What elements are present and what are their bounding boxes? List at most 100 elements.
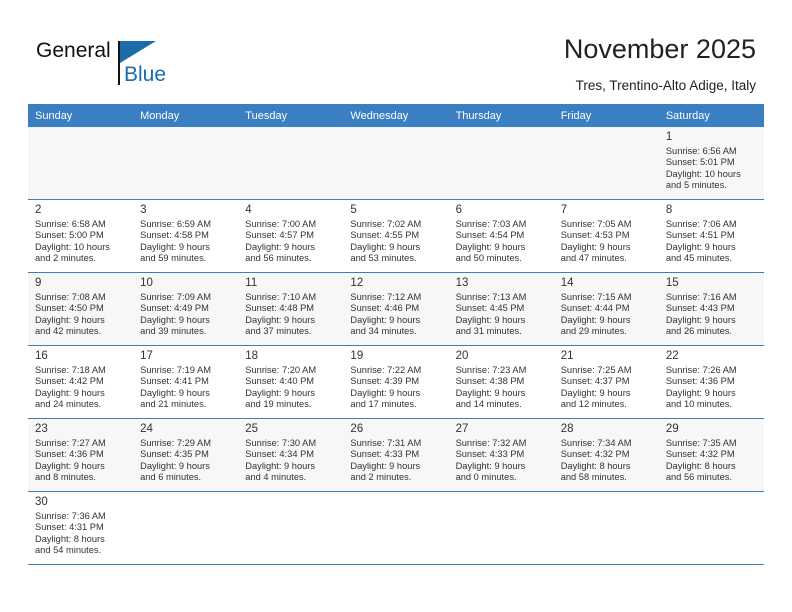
title-block: November 2025 Tres, Trentino-Alto Adige,… <box>564 32 756 96</box>
day-details: Sunrise: 7:34 AM Sunset: 4:32 PM Daylight:… <box>561 438 655 484</box>
day-details: Sunrise: 7:12 AM Sunset: 4:46 PM Daylight:… <box>350 292 444 338</box>
calendar-cell-day-12[interactable]: 12 Sunrise: 7:12 AM Sunset: 4:46 PM Dayligh… <box>343 272 449 346</box>
calendar-cell-day-21[interactable]: 21 Sunrise: 7:25 AM Sunset: 4:37 PM Dayligh… <box>553 345 659 419</box>
day-cell-content: 23 Sunrise: 7:27 AM Sunset: 4:36 PM Dayligh… <box>28 419 133 491</box>
calendar-cell-day-24[interactable]: 24 Sunrise: 7:29 AM Sunset: 4:35 PM Dayligh… <box>133 418 239 492</box>
sunset-text: Sunset: 4:34 PM <box>245 449 315 460</box>
empty-day <box>238 492 343 564</box>
sunrise-text: Sunrise: 7:26 AM <box>665 365 737 375</box>
empty-day <box>343 127 448 199</box>
day-number: 29 <box>665 423 679 435</box>
day-cell-content: 10 Sunrise: 7:09 AM Sunset: 4:49 PM Dayligh… <box>133 273 238 345</box>
empty-day <box>449 127 554 199</box>
daylight-text-line2: and 14 minutes. <box>455 399 522 410</box>
daylight-text-line2: and 6 minutes. <box>140 472 202 483</box>
sunset-text: Sunset: 4:41 PM <box>140 376 209 387</box>
brand-flag-icon <box>120 41 156 63</box>
day-details: Sunrise: 7:29 AM Sunset: 4:35 PM Daylight:… <box>140 438 234 484</box>
day-cell-content: 6 Sunrise: 7:03 AM Sunset: 4:54 PM Daylight… <box>449 200 554 272</box>
daylight-text-line2: and 19 minutes. <box>245 399 312 410</box>
calendar-cell-day-5[interactable]: 5 Sunrise: 7:02 AM Sunset: 4:55 PM Daylight… <box>343 199 449 273</box>
day-cell-content: 3 Sunrise: 6:59 AM Sunset: 4:58 PM Daylight… <box>133 200 238 272</box>
daylight-text-line1: Daylight: 9 hours <box>35 460 105 471</box>
day-cell-content: 25 Sunrise: 7:30 AM Sunset: 4:34 PM Dayligh… <box>238 419 343 491</box>
calendar-cell-day-9[interactable]: 9 Sunrise: 7:08 AM Sunset: 4:50 PM Daylight… <box>28 272 134 346</box>
calendar-cell-day-30[interactable]: 30 Sunrise: 7:36 AM Sunset: 4:31 PM Dayligh… <box>28 491 134 565</box>
day-details: Sunrise: 7:08 AM Sunset: 4:50 PM Daylight:… <box>35 292 129 338</box>
sunrise-text: Sunrise: 7:36 AM <box>35 511 106 521</box>
calendar-cell-day-23[interactable]: 23 Sunrise: 7:27 AM Sunset: 4:36 PM Dayligh… <box>28 418 134 492</box>
day-cell-content: 1 Sunrise: 6:56 AM Sunset: 5:01 PM Daylight… <box>659 127 764 199</box>
daylight-text-line1: Daylight: 9 hours <box>665 241 736 252</box>
sunset-text: Sunset: 5:01 PM <box>665 157 735 168</box>
calendar-cell-day-11[interactable]: 11 Sunrise: 7:10 AM Sunset: 4:48 PM Dayligh… <box>238 272 344 346</box>
day-cell-content: 20 Sunrise: 7:23 AM Sunset: 4:38 PM Dayligh… <box>449 346 554 418</box>
day-cell-content: 2 Sunrise: 6:58 AM Sunset: 5:00 PM Daylight… <box>28 200 133 272</box>
day-cell-content: 30 Sunrise: 7:36 AM Sunset: 4:31 PM Dayligh… <box>28 492 133 564</box>
empty-day <box>238 127 343 199</box>
calendar-cell-day-28[interactable]: 28 Sunrise: 7:34 AM Sunset: 4:32 PM Dayligh… <box>553 418 659 492</box>
day-details: Sunrise: 7:19 AM Sunset: 4:41 PM Daylight:… <box>140 365 234 411</box>
calendar-cell-day-16[interactable]: 16 Sunrise: 7:18 AM Sunset: 4:42 PM Dayligh… <box>28 345 134 419</box>
weekday-header-monday: Monday <box>133 104 239 127</box>
daylight-text-line2: and 59 minutes. <box>140 253 207 264</box>
daylight-text-line1: Daylight: 9 hours <box>140 241 210 252</box>
calendar-cell-day-7[interactable]: 7 Sunrise: 7:05 AM Sunset: 4:53 PM Daylight… <box>553 199 659 273</box>
daylight-text-line2: and 50 minutes. <box>455 253 522 264</box>
calendar-cell-day-22[interactable]: 22 Sunrise: 7:26 AM Sunset: 4:36 PM Dayligh… <box>658 345 764 419</box>
calendar-cell-day-14[interactable]: 14 Sunrise: 7:15 AM Sunset: 4:44 PM Dayligh… <box>553 272 659 346</box>
calendar-cell-day-3[interactable]: 3 Sunrise: 6:59 AM Sunset: 4:58 PM Daylight… <box>133 199 239 273</box>
day-number: 10 <box>140 277 153 289</box>
daylight-text-line1: Daylight: 9 hours <box>455 241 526 252</box>
calendar-cell-day-27[interactable]: 27 Sunrise: 7:32 AM Sunset: 4:33 PM Dayligh… <box>448 418 554 492</box>
day-cell-content: 8 Sunrise: 7:06 AM Sunset: 4:51 PM Daylight… <box>659 200 764 272</box>
empty-day <box>28 127 133 199</box>
sunrise-text: Sunrise: 7:23 AM <box>455 365 527 375</box>
calendar-cell-day-26[interactable]: 26 Sunrise: 7:31 AM Sunset: 4:33 PM Dayligh… <box>343 418 449 492</box>
sunset-text: Sunset: 4:42 PM <box>35 376 104 387</box>
daylight-text-line2: and 26 minutes. <box>665 326 732 337</box>
daylight-text-line1: Daylight: 9 hours <box>245 387 316 398</box>
calendar-cell-day-6[interactable]: 6 Sunrise: 7:03 AM Sunset: 4:54 PM Daylight… <box>448 199 554 273</box>
calendar-cell-day-18[interactable]: 18 Sunrise: 7:20 AM Sunset: 4:40 PM Dayligh… <box>238 345 344 419</box>
day-number: 3 <box>140 204 147 216</box>
calendar-cell-day-25[interactable]: 25 Sunrise: 7:30 AM Sunset: 4:34 PM Dayligh… <box>238 418 344 492</box>
weekday-header-tuesday: Tuesday <box>238 104 344 127</box>
daylight-text-line1: Daylight: 9 hours <box>35 387 105 398</box>
sunrise-text: Sunrise: 7:19 AM <box>140 365 211 375</box>
empty-day <box>133 492 238 564</box>
calendar-cell-day-4[interactable]: 4 Sunrise: 7:00 AM Sunset: 4:57 PM Daylight… <box>238 199 344 273</box>
calendar-cell-day-20[interactable]: 20 Sunrise: 7:23 AM Sunset: 4:38 PM Dayligh… <box>448 345 554 419</box>
daylight-text-line2: and 17 minutes. <box>350 399 417 410</box>
calendar-page: General Blue November 2025 Tres, Trentin… <box>0 0 792 612</box>
sunrise-text: Sunrise: 7:29 AM <box>140 438 211 448</box>
sunrise-text: Sunrise: 7:18 AM <box>35 365 106 375</box>
calendar-cell-empty <box>448 127 554 200</box>
day-details: Sunrise: 7:09 AM Sunset: 4:49 PM Daylight:… <box>140 292 234 338</box>
calendar-cell-day-19[interactable]: 19 Sunrise: 7:22 AM Sunset: 4:39 PM Dayligh… <box>343 345 449 419</box>
day-details: Sunrise: 7:00 AM Sunset: 4:57 PM Daylight:… <box>245 219 339 265</box>
page-title: November 2025 <box>563 34 756 64</box>
calendar-cell-day-1[interactable]: 1 Sunrise: 6:56 AM Sunset: 5:01 PM Daylight… <box>658 127 764 200</box>
calendar-cell-empty <box>238 127 344 200</box>
day-number: 2 <box>35 204 42 216</box>
daylight-text-line2: and 21 minutes. <box>140 399 207 410</box>
calendar-cell-day-29[interactable]: 29 Sunrise: 7:35 AM Sunset: 4:32 PM Dayligh… <box>658 418 764 492</box>
day-details: Sunrise: 7:16 AM Sunset: 4:43 PM Daylight:… <box>666 292 760 338</box>
day-cell-content: 7 Sunrise: 7:05 AM Sunset: 4:53 PM Daylight… <box>554 200 659 272</box>
daylight-text-line1: Daylight: 8 hours <box>665 460 736 471</box>
calendar-cell-day-10[interactable]: 10 Sunrise: 7:09 AM Sunset: 4:49 PM Dayligh… <box>133 272 239 346</box>
calendar-cell-day-15[interactable]: 15 Sunrise: 7:16 AM Sunset: 4:43 PM Dayligh… <box>658 272 764 346</box>
day-number: 12 <box>350 277 364 289</box>
daylight-text-line2: and 4 minutes. <box>245 472 307 483</box>
calendar-cell-day-8[interactable]: 8 Sunrise: 7:06 AM Sunset: 4:51 PM Daylight… <box>658 199 764 273</box>
sunset-text: Sunset: 4:36 PM <box>665 376 735 387</box>
empty-day <box>133 127 238 199</box>
general-blue-logo[interactable]: General Blue <box>36 38 216 88</box>
sunrise-text: Sunrise: 6:56 AM <box>665 146 737 156</box>
calendar-cell-day-17[interactable]: 17 Sunrise: 7:19 AM Sunset: 4:41 PM Dayligh… <box>133 345 239 419</box>
daylight-text-line2: and 24 minutes. <box>35 399 102 410</box>
day-details: Sunrise: 7:22 AM Sunset: 4:39 PM Daylight:… <box>350 365 444 411</box>
calendar-cell-day-13[interactable]: 13 Sunrise: 7:13 AM Sunset: 4:45 PM Dayligh… <box>448 272 554 346</box>
calendar-cell-day-2[interactable]: 2 Sunrise: 6:58 AM Sunset: 5:00 PM Daylight… <box>28 199 134 273</box>
